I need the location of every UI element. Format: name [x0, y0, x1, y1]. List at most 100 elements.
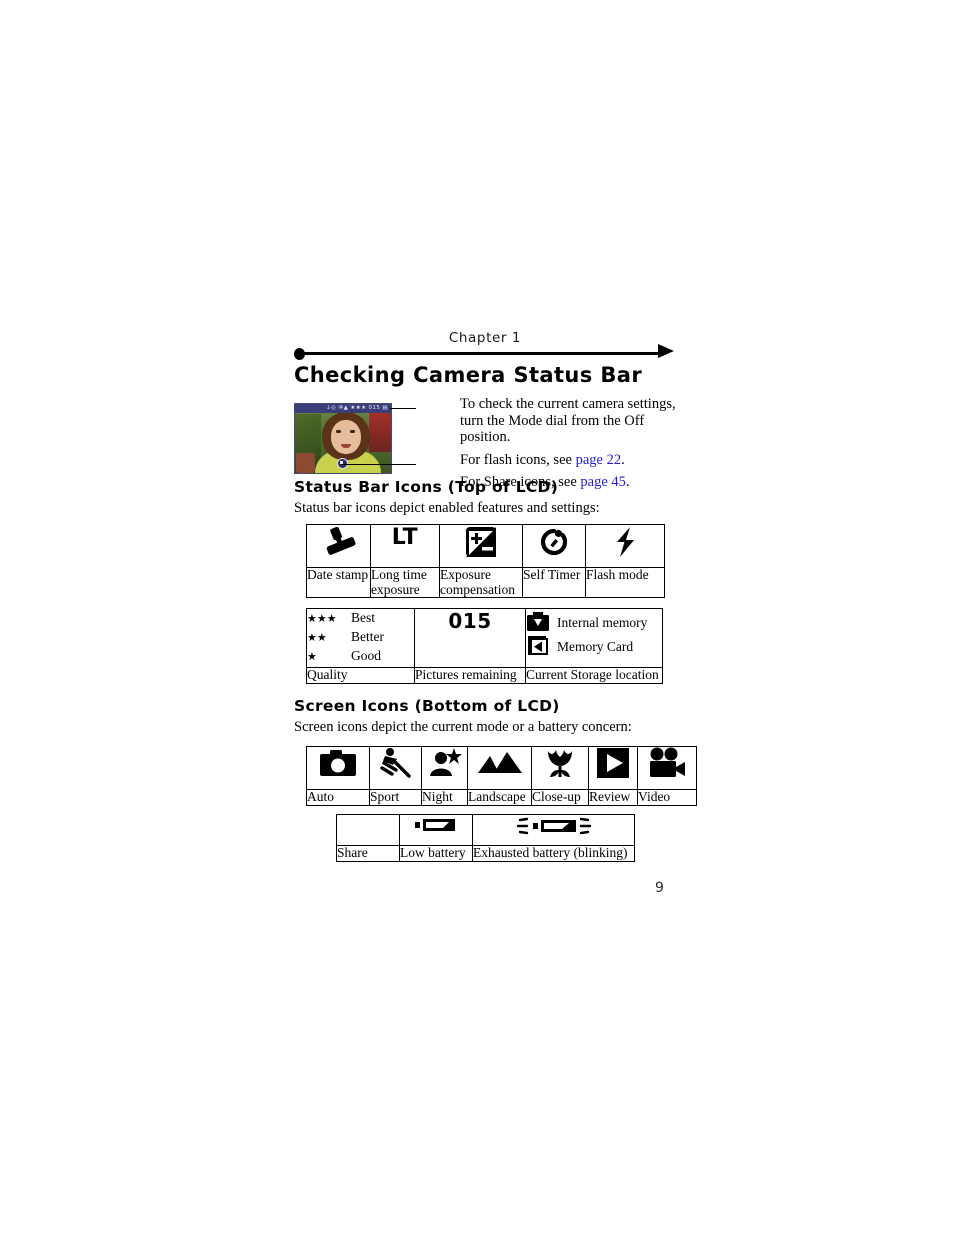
header-arrow-icon: [658, 344, 674, 358]
footer-pictures-remaining: Pictures remaining: [414, 667, 526, 684]
storage-row-internal: Internal memory: [526, 611, 662, 633]
label-self-timer: Self Timer: [522, 567, 586, 598]
quality-row-good: ★ Good: [307, 647, 414, 666]
cell-quality-levels: ★★★ Best ★★ Better ★ Good: [306, 608, 415, 668]
storage-label-internal: Internal memory: [557, 614, 648, 630]
intro-paragraph-1: To check the current camera settings, tu…: [460, 396, 676, 445]
flash-icons-line: For flash icons, see page 22.: [460, 452, 680, 469]
quality-label-better: Better: [351, 629, 384, 644]
quality-row-best: ★★★ Best: [307, 609, 414, 628]
lcd-red-flowers: [369, 412, 391, 452]
cell-night-icon: [421, 746, 468, 790]
table-quality-storage: ★★★ Best ★★ Better ★ Good 015 Internal memo…: [306, 608, 663, 684]
cell-share-icon: [336, 814, 400, 846]
landscape-icon: [477, 752, 522, 773]
cell-flash-mode-icon: [585, 524, 665, 568]
share-page-link[interactable]: page 45: [580, 474, 626, 490]
memory-card-icon: [528, 636, 548, 655]
label-long-time-exposure: Long time exposure: [370, 567, 440, 598]
date-stamp-icon: [326, 526, 356, 555]
section-intro-status-bar-icons: Status bar icons depict enabled features…: [294, 500, 600, 516]
page-number: 9: [655, 880, 664, 896]
cell-date-stamp-icon: [306, 524, 371, 568]
quality-stars-good: ★: [307, 651, 317, 663]
cell-pictures-remaining-value: 015: [414, 608, 526, 668]
callout-line-bottom: [341, 464, 416, 465]
label-video: Video: [637, 789, 697, 806]
cell-exposure-compensation-icon: [439, 524, 523, 568]
cell-storage-icons: Internal memory Memory Card: [525, 608, 663, 668]
cell-long-time-exposure-icon: LT: [370, 524, 440, 568]
flash-line-suffix: .: [621, 451, 625, 468]
label-flash-mode: Flash mode: [585, 567, 665, 598]
label-night: Night: [421, 789, 468, 806]
callout-line-top: [390, 408, 416, 409]
footer-quality: Quality: [306, 667, 415, 684]
long-time-exposure-icon: LT: [391, 525, 419, 550]
section-intro-screen-icons: Screen icons depict the current mode or …: [294, 719, 632, 735]
camera-lcd-preview: ↓◎ ⑩▲ ★★★ 015 ▤: [294, 403, 416, 474]
cell-auto-icon: [306, 746, 370, 790]
section-heading-status-bar-icons: Status Bar Icons (Top of LCD): [294, 478, 559, 496]
document-page: Chapter 1 Checking Camera Status Bar ↓◎ …: [0, 0, 954, 1235]
table-row-icons: [336, 814, 635, 846]
cell-landscape-icon: [467, 746, 532, 790]
table-row-values: ★★★ Best ★★ Better ★ Good 015 Internal memo…: [306, 608, 663, 668]
table-row-labels: Share Low battery Exhausted battery (bli…: [336, 845, 635, 862]
cell-close-up-icon: [531, 746, 589, 790]
cell-video-icon: [637, 746, 697, 790]
label-close-up: Close-up: [531, 789, 589, 806]
label-share: Share: [336, 845, 400, 862]
label-auto: Auto: [306, 789, 370, 806]
flash-page-link[interactable]: page 22: [576, 452, 622, 468]
share-line-suffix: .: [625, 474, 630, 490]
footer-current-storage-location: Current Storage location: [525, 667, 663, 684]
cell-low-battery-icon: [399, 814, 473, 846]
section-heading-screen-icons: Screen Icons (Bottom of LCD): [294, 697, 560, 715]
cell-self-timer-icon: [522, 524, 586, 568]
auto-camera-icon: [320, 750, 356, 776]
cell-sport-icon: [369, 746, 422, 790]
storage-label-memory-card: Memory Card: [557, 638, 634, 654]
label-review: Review: [588, 789, 638, 806]
lcd-flower-pot: [296, 453, 315, 473]
quality-label-best: Best: [351, 610, 376, 625]
table-row-icons: LT: [306, 524, 665, 568]
cell-exhausted-battery-icon: [472, 814, 635, 846]
label-landscape: Landscape: [467, 789, 532, 806]
flash-mode-icon: [617, 527, 634, 557]
lcd-child-face: [331, 420, 361, 454]
lcd-status-bar: ↓◎ ⑩▲ ★★★ 015 ▤: [295, 404, 391, 413]
label-exhausted-battery: Exhausted battery (blinking): [472, 845, 635, 862]
label-sport: Sport: [369, 789, 422, 806]
lcd-child-eye-right: [350, 430, 355, 433]
quality-stars-best: ★★★: [307, 613, 337, 625]
page-title: Checking Camera Status Bar: [294, 363, 643, 387]
chapter-label: Chapter 1: [448, 330, 522, 346]
table-status-bar-icons: LT Date stamp Long time exposure Exposur…: [306, 524, 665, 598]
video-camera-icon: [650, 747, 685, 777]
table-row-icons: [306, 746, 697, 790]
storage-row-memory-card: Memory Card: [526, 635, 662, 657]
table-battery-icons: Share Low battery Exhausted battery (bli…: [336, 814, 635, 862]
table-screen-mode-icons: Auto Sport Night Landscape Close-up Revi…: [306, 746, 697, 806]
sport-icon: [379, 748, 411, 778]
label-exposure-compensation: Exposure compensation: [439, 567, 523, 598]
night-icon: [429, 748, 462, 776]
header-rule: [300, 352, 666, 355]
low-battery-icon: [415, 819, 455, 831]
quality-label-good: Good: [351, 648, 381, 663]
self-timer-icon: [540, 528, 568, 556]
table-row-labels: Auto Sport Night Landscape Close-up Revi…: [306, 789, 697, 806]
lcd-child-eye-left: [336, 430, 341, 433]
label-date-stamp: Date stamp: [306, 567, 371, 598]
flash-line-prefix: For flash icons, see: [460, 451, 576, 468]
running-header: Chapter 1: [294, 330, 676, 360]
quality-row-better: ★★ Better: [307, 628, 414, 647]
pictures-remaining-count: 015: [448, 609, 492, 633]
table-row-footers: Quality Pictures remaining Current Stora…: [306, 667, 663, 684]
exhausted-battery-icon: [516, 817, 591, 835]
internal-memory-icon: [527, 612, 549, 631]
quality-stars-better: ★★: [307, 632, 327, 644]
exposure-compensation-icon: [466, 527, 496, 557]
